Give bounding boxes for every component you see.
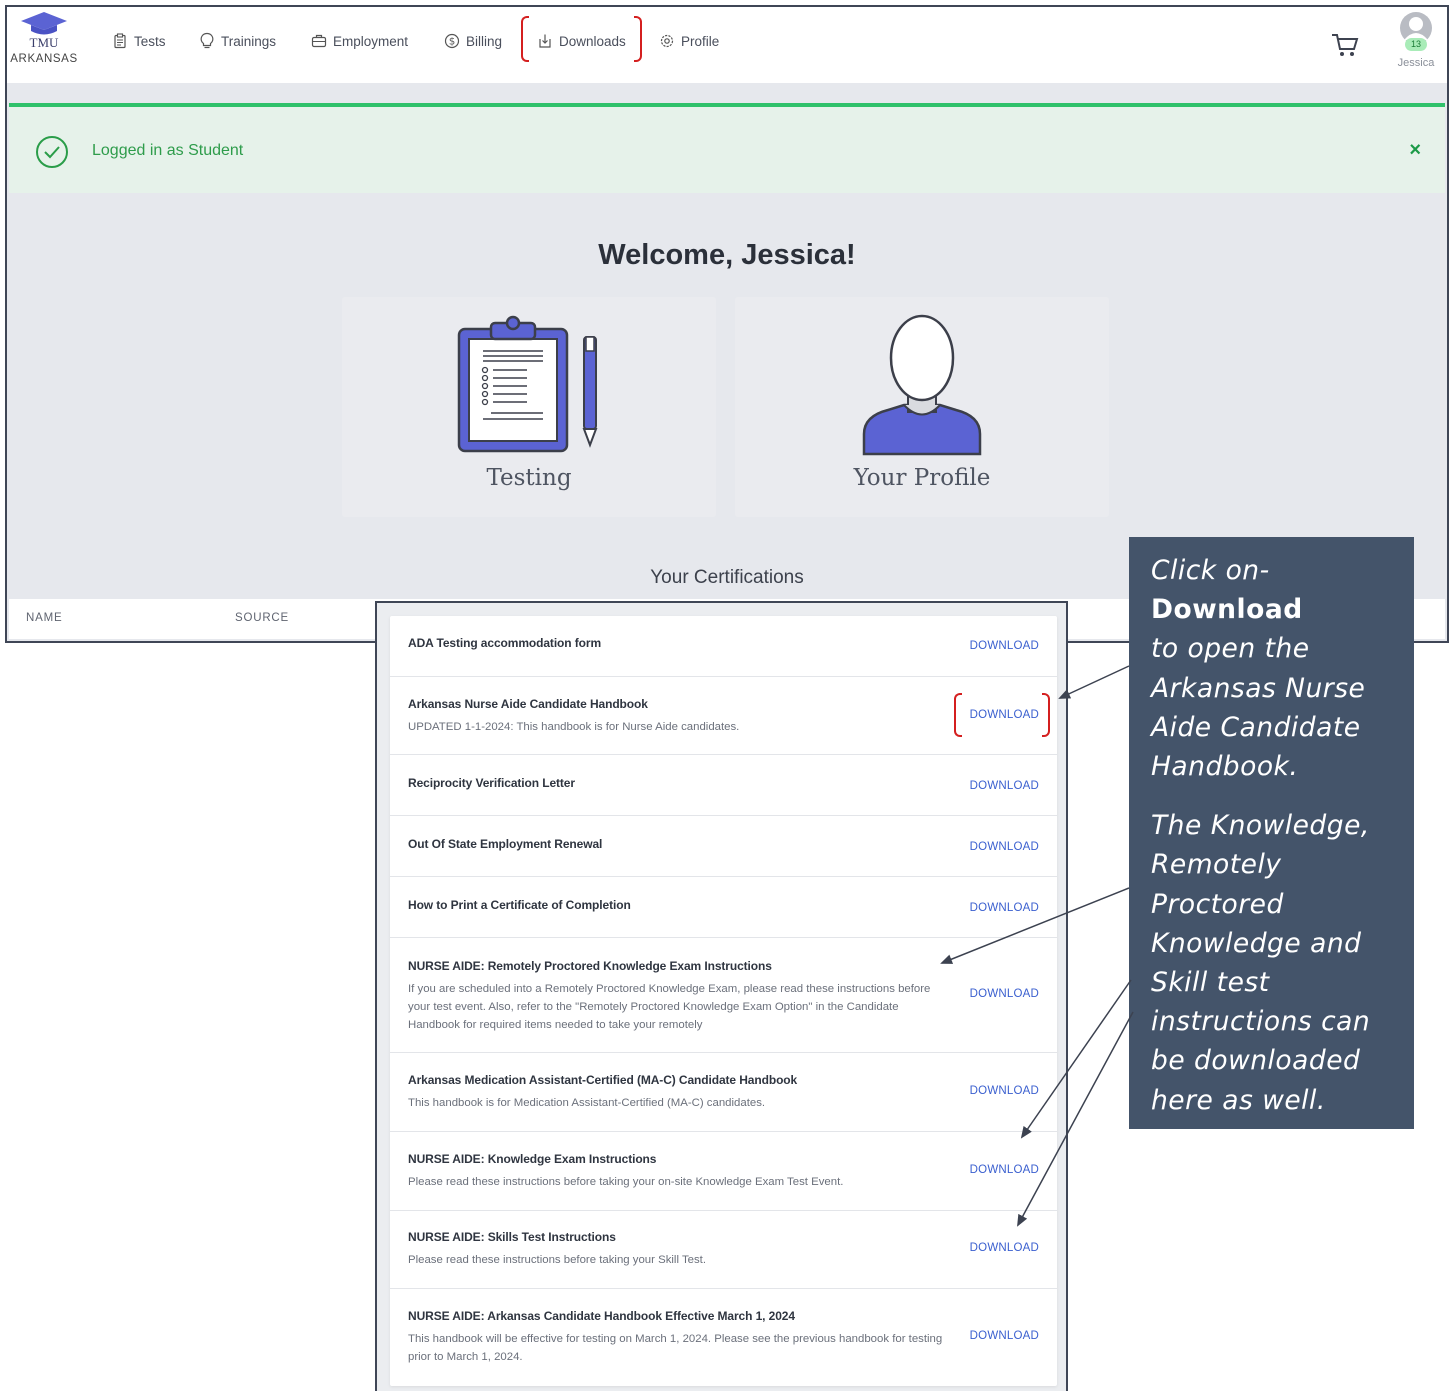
download-title: ADA Testing accommodation form: [408, 636, 602, 650]
user-menu[interactable]: 13 Jessica: [1391, 11, 1441, 69]
download-button[interactable]: DOWNLOAD: [970, 841, 1039, 853]
download-title: Arkansas Nurse Aide Candidate Handbook: [408, 697, 648, 711]
download-button[interactable]: DOWNLOAD: [970, 780, 1039, 792]
nav-employment-label: Employment: [333, 33, 409, 49]
nav-tests[interactable]: Tests: [112, 31, 166, 51]
welcome-heading: Welcome, Jessica!: [598, 239, 856, 271]
column-name-header: NAME: [26, 612, 63, 624]
person-illustration-icon: [862, 314, 982, 456]
svg-text:$: $: [449, 37, 455, 48]
download-button[interactable]: DOWNLOAD: [970, 988, 1039, 1000]
arrow-to-handbook: [1058, 665, 1130, 699]
download-title: Reciprocity Verification Letter: [408, 776, 575, 790]
list-item: How to Print a Certificate of Completion…: [390, 877, 1057, 938]
download-description: This handbook is for Medication Assistan…: [408, 1097, 766, 1109]
logo-text-state: ARKANSAS: [10, 53, 78, 65]
downloads-highlight-right: [634, 16, 642, 62]
download-title: NURSE AIDE: Skills Test Instructions: [408, 1230, 616, 1244]
check-circle-icon: [36, 136, 68, 168]
download-description: This handbook will be effective for test…: [408, 1333, 943, 1363]
testing-card-label: Testing: [486, 465, 572, 491]
download-button[interactable]: DOWNLOAD: [970, 1330, 1039, 1342]
nav-downloads-label: Downloads: [559, 33, 626, 49]
gear-icon: [660, 34, 674, 48]
instruction-callout: Click on- Download to open the Arkansas …: [1129, 537, 1414, 1129]
alert-message: Logged in as Student: [92, 142, 244, 159]
download-description: UPDATED 1-1-2024: This handbook is for N…: [408, 721, 740, 733]
handbook-highlight-right: [1042, 693, 1050, 737]
download-title: NURSE AIDE: Remotely Proctored Knowledge…: [408, 959, 772, 973]
download-description: If you are scheduled into a Remotely Pro…: [408, 983, 931, 1031]
alert-close-button[interactable]: ×: [1409, 139, 1421, 162]
download-button[interactable]: DOWNLOAD: [970, 902, 1039, 914]
nav-profile[interactable]: Profile: [659, 31, 719, 51]
profile-card[interactable]: Your Profile: [735, 297, 1109, 517]
nav-downloads[interactable]: Downloads: [537, 31, 626, 51]
column-source-header: SOURCE: [235, 612, 290, 624]
nav-profile-label: Profile: [681, 33, 720, 49]
shopping-cart-icon: [1332, 34, 1359, 56]
profile-card-label: Your Profile: [853, 465, 991, 491]
callout-paragraph-2: The Knowledge, Remotely Proctored Knowle…: [1151, 810, 1371, 1116]
list-item: Reciprocity Verification Letter DOWNLOAD: [390, 755, 1057, 816]
downloads-list: ADA Testing accommodation form DOWNLOAD …: [390, 616, 1057, 1386]
nav-tests-label: Tests: [134, 33, 166, 49]
list-item: Out Of State Employment Renewal DOWNLOAD: [390, 816, 1057, 877]
download-title: Out Of State Employment Renewal: [408, 837, 603, 851]
download-button[interactable]: DOWNLOAD: [970, 640, 1039, 652]
nav-billing[interactable]: $ Billing: [444, 31, 502, 51]
list-item: Arkansas Nurse Aide Candidate Handbook U…: [390, 677, 1057, 755]
testing-card[interactable]: Testing: [342, 297, 716, 517]
handbook-highlight-left: [954, 693, 962, 737]
nav-employment[interactable]: Employment: [311, 31, 408, 51]
callout-text-open-handbook: to open the Arkansas Nurse Aide Candidat…: [1151, 633, 1366, 783]
nav-billing-label: Billing: [466, 33, 503, 49]
downloads-highlight-left: [521, 16, 529, 62]
list-item: NURSE AIDE: Arkansas Candidate Handbook …: [390, 1289, 1057, 1386]
list-item: NURSE AIDE: Skills Test Instructions Ple…: [390, 1211, 1057, 1289]
download-button[interactable]: DOWNLOAD: [970, 1242, 1039, 1254]
clipboard-icon: [114, 33, 126, 49]
download-button[interactable]: DOWNLOAD: [970, 709, 1039, 721]
download-icon: [539, 34, 551, 48]
download-button[interactable]: DOWNLOAD: [970, 1085, 1039, 1097]
download-title: NURSE AIDE: Arkansas Candidate Handbook …: [408, 1309, 795, 1323]
download-title: NURSE AIDE: Knowledge Exam Instructions: [408, 1152, 657, 1166]
nav-trainings[interactable]: Trainings: [199, 31, 276, 51]
download-title: Arkansas Medication Assistant-Certified …: [408, 1073, 798, 1087]
list-item: NURSE AIDE: Knowledge Exam Instructions …: [390, 1132, 1057, 1211]
download-description: Please read these instructions before ta…: [408, 1254, 707, 1266]
dollar-icon: $: [444, 33, 460, 49]
list-item: ADA Testing accommodation form DOWNLOAD: [390, 616, 1057, 677]
callout-text-click: Click on-: [1151, 555, 1270, 586]
cart-button[interactable]: [1331, 32, 1359, 63]
download-button[interactable]: DOWNLOAD: [970, 1164, 1039, 1176]
user-name: Jessica: [1397, 57, 1435, 69]
download-title: How to Print a Certificate of Completion: [408, 898, 631, 912]
tmu-logo[interactable]: TMU ARKANSAS: [9, 12, 79, 65]
nav-trainings-label: Trainings: [221, 33, 277, 49]
list-item: Arkansas Medication Assistant-Certified …: [390, 1053, 1057, 1132]
download-description: Please read these instructions before ta…: [408, 1176, 844, 1188]
list-item: NURSE AIDE: Remotely Proctored Knowledge…: [390, 938, 1057, 1053]
callout-text-download: Download: [1151, 594, 1303, 626]
clipboard-illustration-icon: [457, 315, 598, 453]
downloads-panel: ADA Testing accommodation form DOWNLOAD …: [375, 601, 1068, 1391]
notification-badge: 13: [1404, 38, 1428, 51]
logo-text-tmu: TMU: [29, 35, 59, 50]
lightbulb-icon: [200, 32, 214, 49]
briefcase-icon: [311, 34, 327, 48]
login-success-alert: Logged in as Student ×: [9, 103, 1445, 193]
callout-paragraph-1: Click on- Download to open the Arkansas …: [1151, 551, 1392, 786]
top-navigation-bar: TMU ARKANSAS Tests Trainings Employment …: [7, 7, 1447, 83]
graduation-cap-icon: [21, 12, 67, 35]
